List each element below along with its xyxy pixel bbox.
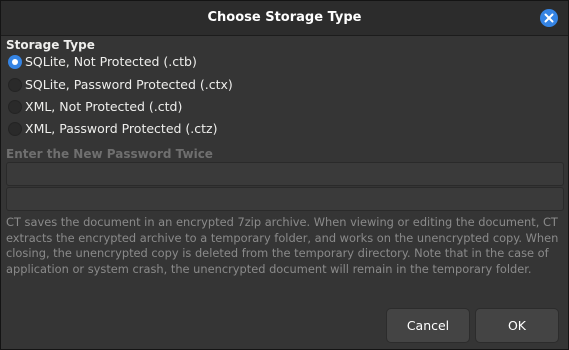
radio-xml-not-protected[interactable]: XML, Not Protected (.ctd): [6, 96, 306, 118]
title-bar: Choose Storage Type: [1, 1, 568, 36]
cancel-button[interactable]: Cancel: [386, 308, 470, 343]
radio-label: XML, Password Protected (.ctz): [25, 121, 218, 136]
radio-unselected-icon: [8, 122, 22, 136]
close-icon: [544, 13, 554, 23]
password-field-1[interactable]: [6, 162, 564, 186]
radio-unselected-icon: [8, 100, 22, 114]
radio-sqlite-password-protected[interactable]: SQLite, Password Protected (.ctx): [6, 74, 306, 96]
radio-label: SQLite, Not Protected (.ctb): [25, 54, 197, 69]
password-heading: Enter the New Password Twice: [6, 147, 213, 161]
storage-type-heading: Storage Type: [6, 38, 95, 52]
password-field-2[interactable]: [6, 187, 564, 211]
info-text: CT saves the document in an encrypted 7z…: [6, 215, 559, 276]
close-button[interactable]: [540, 9, 558, 27]
dialog-title: Choose Storage Type: [207, 10, 362, 25]
radio-label: SQLite, Password Protected (.ctx): [25, 77, 233, 92]
ok-button[interactable]: OK: [475, 308, 559, 343]
radio-sqlite-not-protected[interactable]: SQLite, Not Protected (.ctb): [6, 51, 306, 73]
radio-xml-password-protected[interactable]: XML, Password Protected (.ctz): [6, 118, 306, 140]
radio-selected-icon: [8, 55, 22, 69]
radio-label: XML, Not Protected (.ctd): [25, 99, 183, 114]
choose-storage-dialog: Choose Storage Type Storage Type SQLite,…: [0, 0, 569, 350]
radio-unselected-icon: [8, 78, 22, 92]
